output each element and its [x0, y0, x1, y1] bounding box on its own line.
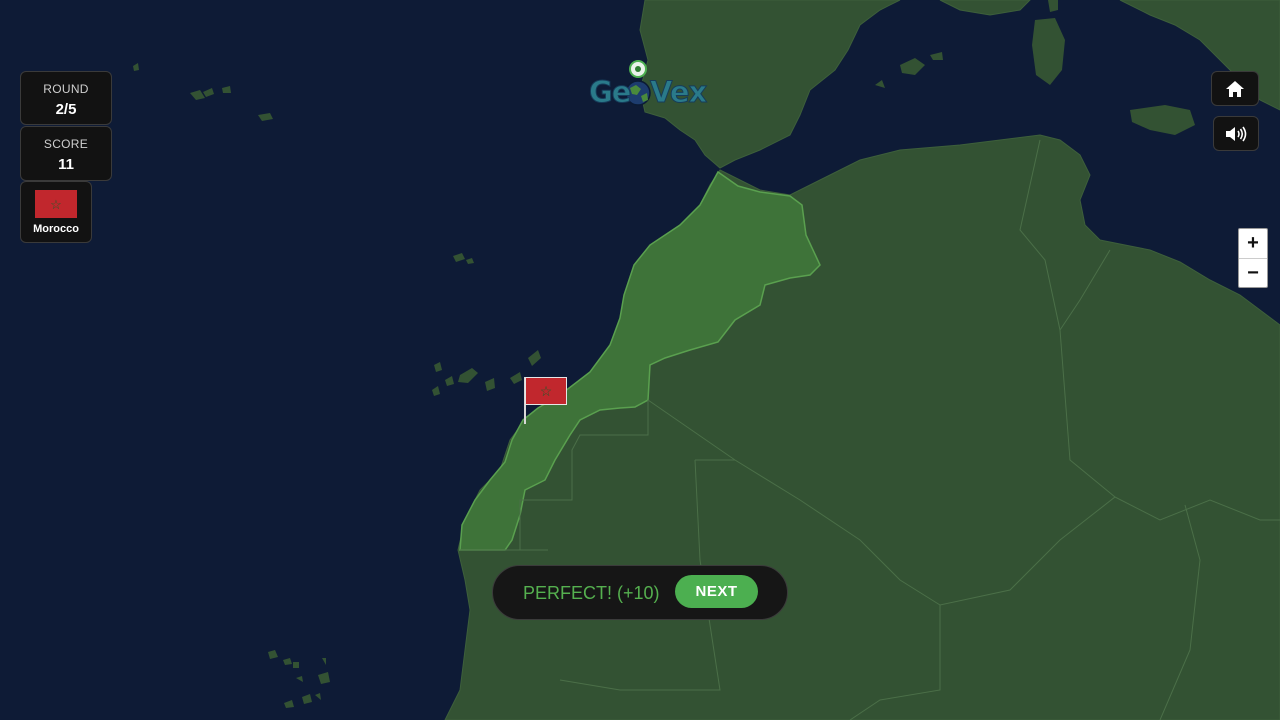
guess-marker-flag: ☆ [524, 377, 568, 425]
score-value: 11 [58, 156, 74, 173]
home-button[interactable] [1211, 71, 1259, 106]
zoom-out-button[interactable]: − [1239, 259, 1267, 288]
result-message: PERFECT! (+10) [523, 583, 660, 603]
logo-text-right: Vex [649, 75, 707, 110]
zoom-control: + − [1238, 228, 1268, 288]
result-banner: PERFECT! (+10) NEXT [492, 565, 788, 620]
home-icon [1226, 80, 1244, 97]
round-counter: ROUND 2/5 [20, 71, 112, 125]
round-label: ROUND [43, 82, 89, 96]
geovex-logo: Ge Vex [588, 60, 708, 110]
sound-toggle-button[interactable] [1213, 116, 1259, 151]
score-counter: SCORE 11 [20, 126, 112, 181]
morocco-flag-marker-icon: ☆ [525, 377, 567, 405]
zoom-in-button[interactable]: + [1239, 229, 1267, 259]
score-label: SCORE [43, 137, 89, 151]
target-country-card: ☆ Morocco [20, 181, 92, 243]
next-button[interactable]: NEXT [675, 575, 758, 608]
round-value: 2/5 [55, 101, 77, 118]
target-country-name: Morocco [33, 223, 79, 235]
speaker-icon [1226, 126, 1247, 141]
logo-text-left: Ge [588, 75, 632, 110]
morocco-flag-icon: ☆ [35, 190, 77, 218]
